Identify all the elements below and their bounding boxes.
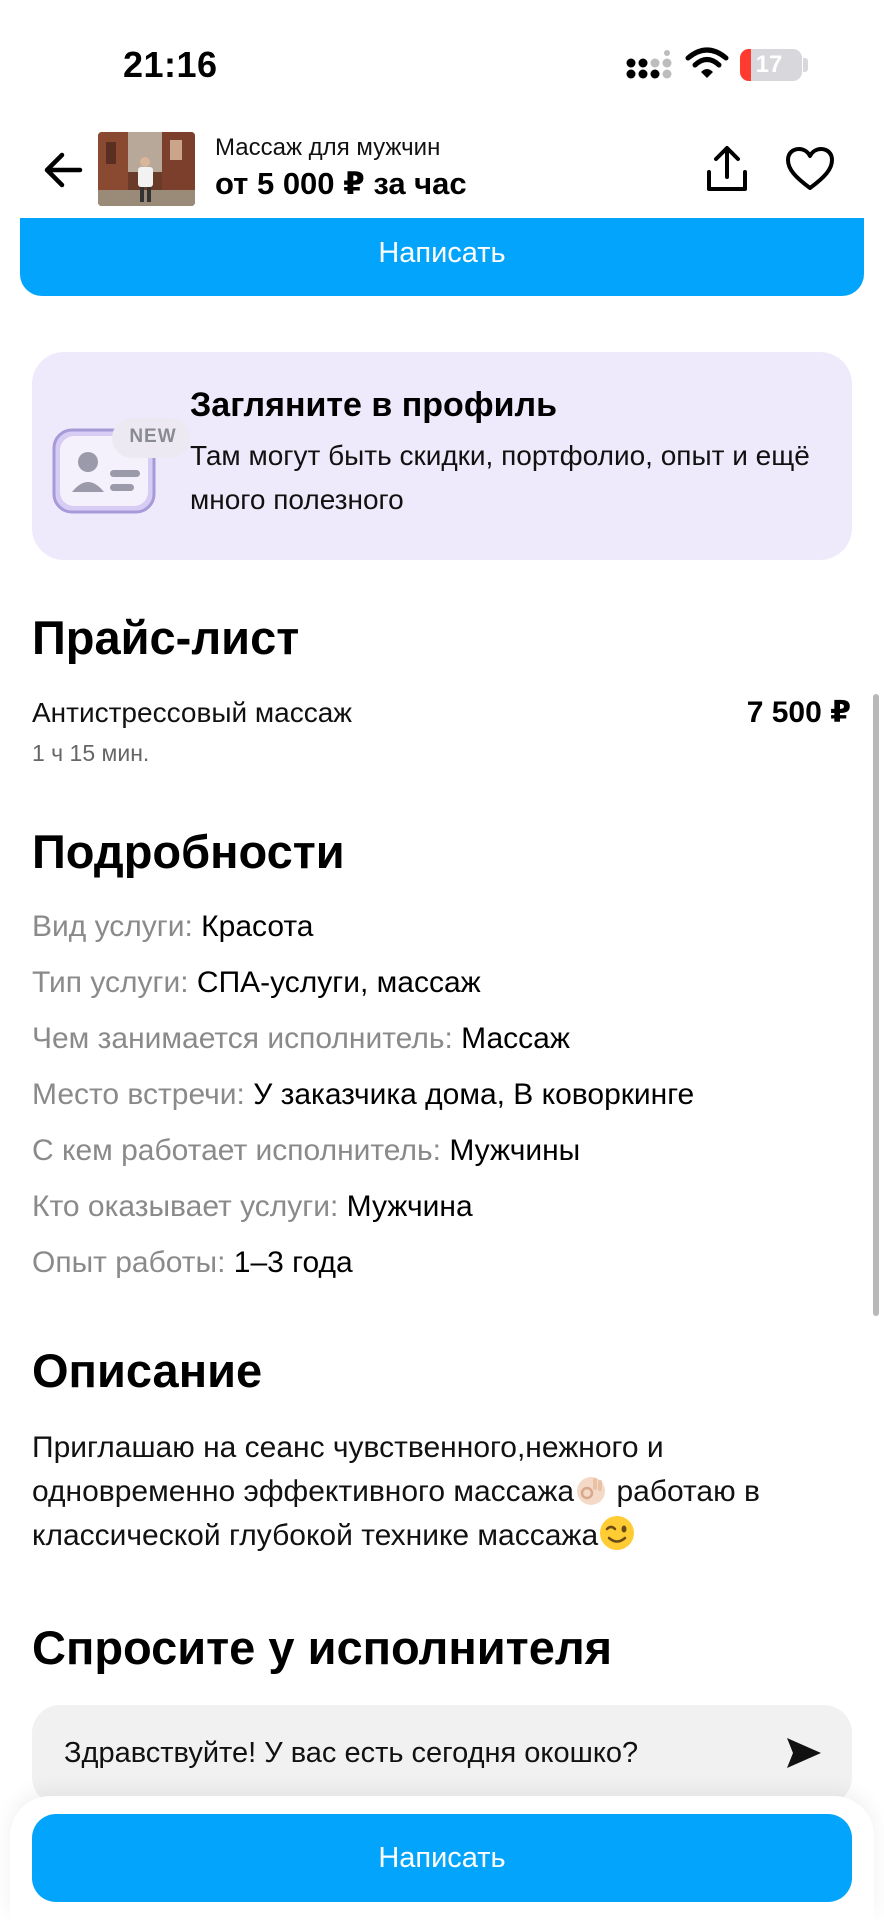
- status-time: 21:16: [123, 44, 218, 85]
- description-line: классической глубокой технике массажа: [32, 1514, 862, 1558]
- listing-thumbnail[interactable]: [98, 132, 195, 206]
- detail-row: Тип услуги: СПА-услуги, массаж: [32, 966, 481, 1000]
- detail-row: Кто оказывает услуги: Мужчина: [32, 1190, 473, 1224]
- ok-hand-emoji-icon: [577, 1477, 606, 1505]
- description-fragment: одновременно эффективного массажа: [32, 1475, 575, 1508]
- detail-label: Место встречи:: [32, 1078, 245, 1111]
- detail-value: Мужчины: [449, 1134, 581, 1167]
- ask-heading: Спросите у исполнителя: [32, 1621, 613, 1674]
- detail-label: Опыт работы:: [32, 1246, 226, 1279]
- battery-percent: 17: [755, 51, 783, 78]
- detail-label: С кем работает исполнитель:: [32, 1134, 441, 1167]
- favorite-heart-icon[interactable]: [785, 146, 835, 192]
- detail-value: Массаж: [461, 1022, 570, 1055]
- description-fragment: работаю в: [608, 1475, 760, 1508]
- banner-title: Загляните в профиль: [190, 386, 557, 424]
- price-item-value: 7 500 ₽: [746, 696, 851, 729]
- detail-value: 1–3 года: [233, 1246, 353, 1279]
- header-price: от 5 000 ₽ за час: [215, 166, 467, 201]
- description-line: одновременно эффективного массажа работа…: [32, 1470, 862, 1514]
- scrollbar[interactable]: [873, 694, 879, 1316]
- cellular-signal-icon: [626, 50, 672, 79]
- detail-label: Кто оказывает услуги:: [32, 1190, 339, 1223]
- description-fragment: классической глубокой технике массажа: [32, 1519, 599, 1552]
- detail-row: Опыт работы: 1–3 года: [32, 1246, 353, 1280]
- price-list-heading: Прайс-лист: [32, 611, 300, 664]
- header-title: Массаж для мужчин: [215, 134, 441, 161]
- new-badge: NEW: [129, 426, 177, 447]
- price-item-name: Антистрессовый массаж: [32, 697, 353, 728]
- detail-row: С кем работает исполнитель: Мужчины: [32, 1134, 580, 1168]
- status-bar: 21:16 17: [0, 0, 884, 120]
- write-message-button-top[interactable]: Написать: [20, 210, 864, 296]
- description-text: Приглашаю на сеанс чувственного,нежного …: [32, 1426, 862, 1558]
- price-item-duration: 1 ч 15 мин.: [32, 740, 150, 766]
- detail-value: У заказчика дома, В коворкинге: [253, 1078, 695, 1111]
- detail-label: Вид услуги:: [32, 910, 193, 943]
- description-heading: Описание: [32, 1344, 263, 1397]
- detail-label: Чем занимается исполнитель:: [32, 1022, 453, 1055]
- details-heading: Подробности: [32, 825, 345, 878]
- header: Массаж для мужчин от 5 000 ₽ за час: [0, 120, 884, 218]
- detail-label: Тип услуги:: [32, 966, 189, 999]
- write-message-button-bottom[interactable]: Написать: [32, 1814, 852, 1902]
- description-line: Приглашаю на сеанс чувственного,нежного …: [32, 1431, 664, 1464]
- detail-value: Красота: [201, 910, 314, 943]
- share-icon[interactable]: [703, 145, 751, 195]
- ask-message-field[interactable]: Здравствуйте! У вас есть сегодня окошко?: [32, 1705, 852, 1805]
- send-icon[interactable]: [784, 1735, 824, 1771]
- winking-face-emoji-icon: [600, 1516, 635, 1550]
- battery-indicator: 17: [740, 49, 802, 81]
- battery-cap: [803, 58, 808, 72]
- ask-message-text: Здравствуйте! У вас есть сегодня окошко?: [64, 1737, 639, 1769]
- back-arrow-icon[interactable]: [40, 148, 88, 192]
- detail-row: Вид услуги: Красота: [32, 910, 313, 944]
- detail-value: Мужчина: [346, 1190, 473, 1223]
- detail-row: Чем занимается исполнитель: Массаж: [32, 1022, 570, 1056]
- profile-promo-banner[interactable]: NEW Загляните в профиль Там могут быть с…: [32, 352, 852, 560]
- detail-row: Место встречи: У заказчика дома, В ковор…: [32, 1078, 694, 1112]
- detail-value: СПА-услуги, массаж: [196, 966, 481, 999]
- wifi-icon: [685, 47, 729, 78]
- banner-text: Там могут быть скидки, портфолио, опыт и…: [190, 440, 810, 515]
